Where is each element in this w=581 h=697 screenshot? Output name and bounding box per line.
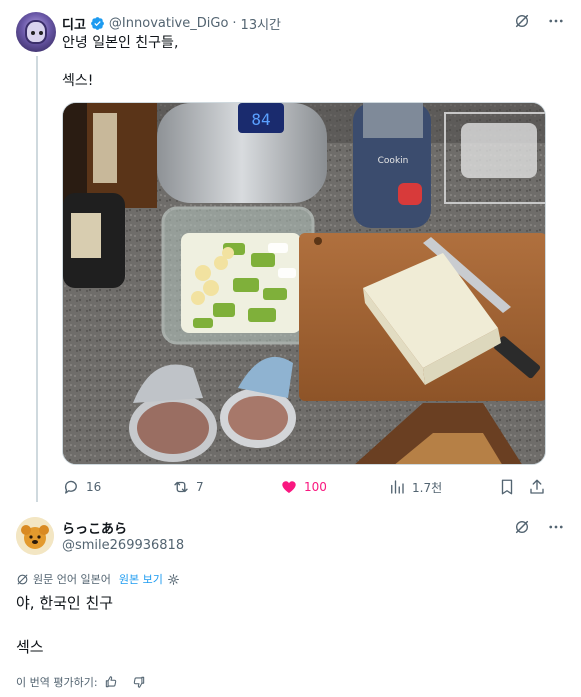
translate-icon [17,574,28,584]
repost-count: 7 [196,480,204,494]
post-text-line2: 섹스! [62,73,94,89]
author-handle[interactable]: @Innovative_DiGo [109,16,228,31]
post-action-bar: 16 7 100 1.7천 [62,476,546,498]
author-name[interactable]: 디고 [62,14,86,33]
original-language-note: 원문 언어 일본어 [33,573,111,586]
like-button[interactable]: 100 [280,476,327,498]
blender-brand-label: Cookin [378,156,409,166]
show-original-link[interactable]: 원본 보기 [119,571,163,587]
reply-text-line1: 야, 한국인 친구 [16,594,114,612]
reply-text-line2: 섹스 [16,638,44,656]
settings-icon[interactable] [167,573,180,586]
koala-avatar-icon [16,517,54,555]
like-icon [282,481,296,493]
reply-author-handle[interactable]: @smile269936818 [62,538,184,553]
rate-translation-row: 이 번역 평가하기: [16,673,146,691]
reply-author-avatar[interactable] [16,517,54,555]
post-header-icons [513,12,565,30]
reply-header-icons [513,518,565,536]
photo-illustration: 84 Cookin [63,103,545,464]
like-count: 100 [304,480,327,494]
post-header: 디고 @Innovative_DiGo · 13시간 [62,14,281,33]
author-avatar[interactable] [16,12,56,52]
post-text-line1: 안녕 일본인 친구들, [62,35,179,51]
reply-author-name[interactable]: らっこあら [62,518,127,537]
more-icon[interactable] [547,518,565,536]
grok-icon[interactable] [513,518,531,536]
more-icon[interactable] [547,12,565,30]
thread-line [36,56,38,502]
grok-icon[interactable] [513,12,531,30]
share-icon [530,479,544,494]
separator-dot: · [232,15,237,31]
views-button[interactable]: 1.7천 [388,476,442,498]
share-button[interactable] [528,476,546,498]
thumbs-up-icon[interactable] [104,675,118,689]
verified-badge-icon [91,16,104,30]
views-count: 1.7천 [412,480,443,495]
post-photo[interactable]: 84 Cookin [62,102,546,465]
rate-translation-label: 이 번역 평가하기: [16,676,98,689]
views-icon [391,480,404,494]
post-time[interactable]: 13시간 [241,14,281,33]
reply-icon [64,480,77,494]
translation-info-row: 원문 언어 일본어 원본 보기 [16,571,180,587]
rice-cooker-display: 84 [251,110,270,129]
reply-button[interactable]: 16 [62,476,101,498]
repost-button[interactable]: 7 [172,476,204,498]
bookmark-icon [501,479,513,495]
reply-count: 16 [86,480,102,494]
repost-icon [174,481,188,493]
thumbs-down-icon[interactable] [132,675,146,689]
bookmark-button[interactable] [498,476,516,498]
